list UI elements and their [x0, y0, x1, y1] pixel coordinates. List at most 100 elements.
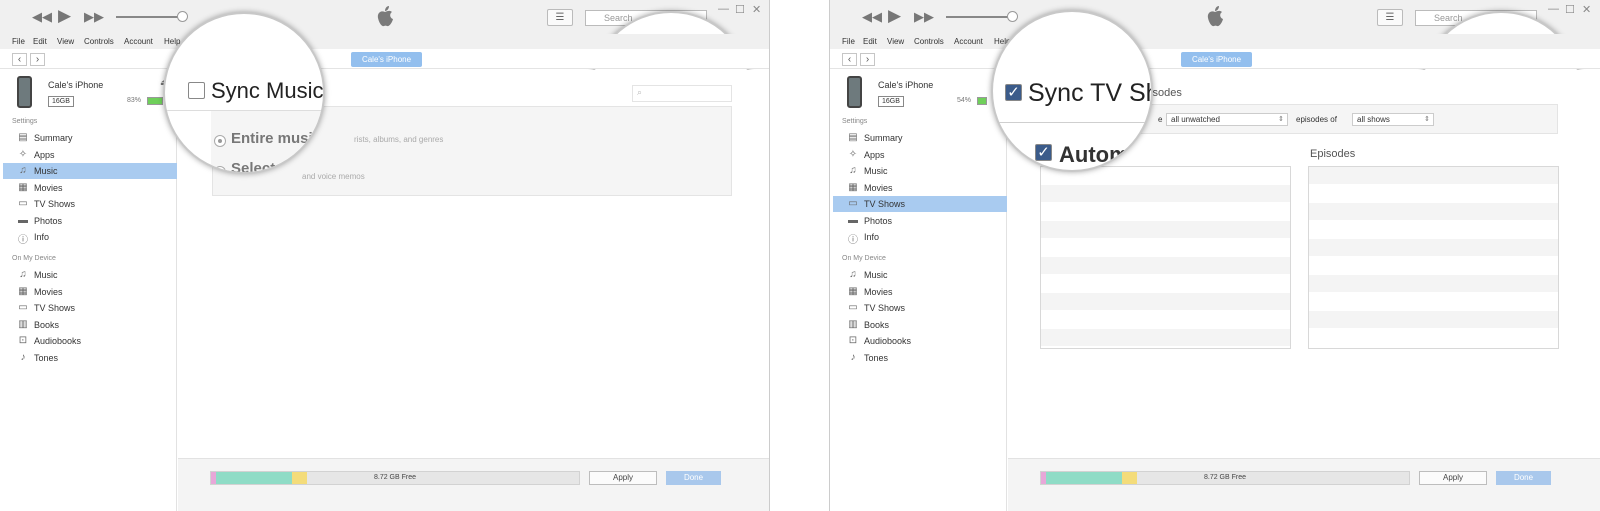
entire-library-radio[interactable] — [214, 135, 226, 147]
device-item-books[interactable]: ▥ Books — [833, 317, 1007, 333]
device-item-tv-shows[interactable]: ▭ TV Shows — [833, 300, 1007, 316]
sync-tv-shows-checkbox[interactable]: ✓ — [1005, 84, 1022, 101]
music-icon: ♫ — [849, 269, 857, 280]
storage-capacity-bar: 8.72 GB Free — [1040, 471, 1410, 485]
maximize-icon[interactable]: ☐ — [735, 3, 745, 16]
bottom-bar: 8.72 GB Free Apply Done — [1008, 458, 1600, 511]
title-bar: ◀◀ ▶ ▶▶ ☰ ⌕ Search — ☐ ✕ — [0, 0, 769, 173]
device-item-music[interactable]: ♫ Music — [833, 267, 1007, 283]
search-input[interactable]: ⌕ Search — [1415, 10, 1582, 173]
forward-button[interactable]: › — [30, 53, 45, 66]
list-item — [1041, 275, 1290, 293]
device-item-books[interactable]: ▥ Books — [3, 317, 177, 333]
back-button[interactable]: ‹ — [842, 53, 857, 66]
menu-controls[interactable]: Controls — [914, 37, 944, 46]
apply-button[interactable]: Apply — [589, 471, 657, 485]
minimize-icon[interactable]: — — [1548, 3, 1559, 15]
sidebar-item-info[interactable]: ⓘ Info — [3, 229, 177, 246]
device-item-audiobooks[interactable]: ⊡ Audiobooks — [3, 333, 177, 349]
done-button[interactable]: Done — [666, 471, 721, 485]
play-icon[interactable]: ▶ — [888, 6, 901, 26]
rewind-icon[interactable]: ◀◀ — [862, 9, 882, 25]
device-item-tv-shows[interactable]: ▭ TV Shows — [3, 300, 177, 316]
device-item-movies[interactable]: ▦ Movies — [833, 284, 1007, 300]
sidebar-item-apps[interactable]: ✧ Apps — [3, 147, 177, 163]
sidebar-item-photos[interactable]: ▬ Photos — [833, 213, 1007, 229]
volume-knob[interactable] — [1007, 11, 1018, 22]
include-label-fragment: e — [1158, 115, 1163, 124]
forward-button[interactable]: › — [860, 53, 875, 66]
tv-shows-icon: ▭ — [848, 198, 858, 209]
volume-knob[interactable] — [177, 11, 188, 22]
apply-button[interactable]: Apply — [1419, 471, 1487, 485]
storage-segment-other — [292, 472, 307, 484]
menu-edit[interactable]: Edit — [33, 37, 47, 46]
sidebar-item-photos[interactable]: ▬ Photos — [3, 213, 177, 229]
maximize-icon[interactable]: ☐ — [1565, 3, 1575, 16]
books-icon: ▥ — [848, 319, 858, 330]
device-item-tones[interactable]: ♪ Tones — [833, 350, 1007, 366]
search-input[interactable]: ⌕ Search — [585, 10, 752, 173]
menu-view[interactable]: View — [57, 37, 74, 46]
menu-file[interactable]: File — [842, 37, 855, 46]
capacity-badge: 16GB — [878, 96, 904, 107]
fast-forward-icon[interactable]: ▶▶ — [84, 9, 104, 25]
automatically-include-checkbox[interactable]: ✓ — [1035, 144, 1052, 161]
menu-file[interactable]: File — [12, 37, 25, 46]
apps-icon: ✧ — [848, 149, 858, 160]
list-item — [1041, 185, 1290, 203]
device-item-music[interactable]: ♫ Music — [3, 267, 177, 283]
include-dropdown[interactable]: all unwatched ⇕ — [1166, 113, 1288, 126]
settings-header: Settings — [842, 118, 868, 125]
sidebar-item-music[interactable]: ♫ Music — [3, 163, 177, 179]
sidebar-item-movies[interactable]: ▦ Movies — [3, 180, 177, 196]
title-bar: ◀◀ ▶ ▶▶ ☰ ⌕ Search — ☐ ✕ — [830, 0, 1600, 173]
menu-controls[interactable]: Controls — [84, 37, 114, 46]
close-icon[interactable]: ✕ — [1582, 3, 1591, 16]
books-icon: ▥ — [18, 319, 28, 330]
sync-music-checkbox[interactable] — [188, 82, 205, 99]
menu-account[interactable]: Account — [124, 37, 153, 46]
menu-view[interactable]: View — [887, 37, 904, 46]
battery-percent: 83% — [127, 97, 142, 104]
device-item-movies[interactable]: ▦ Movies — [3, 284, 177, 300]
back-button[interactable]: ‹ — [12, 53, 27, 66]
filter-input[interactable]: ⌕ — [632, 85, 732, 102]
volume-slider[interactable] — [116, 16, 182, 18]
tones-icon: ♪ — [20, 352, 26, 363]
summary-icon: ▤ — [18, 132, 28, 143]
play-icon[interactable]: ▶ — [58, 6, 71, 26]
capacity-badge: 16GB — [48, 96, 74, 107]
rewind-icon[interactable]: ◀◀ — [32, 9, 52, 25]
close-icon[interactable]: ✕ — [752, 3, 761, 16]
menu-account[interactable]: Account — [954, 37, 983, 46]
list-view-icon[interactable]: ☰ — [547, 9, 573, 26]
list-view-icon[interactable]: ☰ — [1377, 9, 1403, 26]
menu-edit[interactable]: Edit — [863, 37, 877, 46]
itunes-window-music: ◀◀ ▶ ▶▶ ☰ ⌕ Search — ☐ ✕ File Edit View … — [0, 0, 770, 511]
sidebar-item-music[interactable]: ♫ Music — [833, 163, 1007, 179]
sidebar-item-tv-shows[interactable]: ▭ TV Shows — [833, 196, 1007, 212]
device-pill[interactable]: Cale's iPhone — [1181, 52, 1252, 67]
nav-bar: ‹ › Cale's iPhone — [830, 49, 1600, 69]
sidebar-item-apps[interactable]: ✧ Apps — [833, 147, 1007, 163]
updown-arrow-icon: ⇕ — [1278, 116, 1284, 123]
device-pill[interactable]: Cale's iPhone — [351, 52, 422, 67]
fast-forward-icon[interactable]: ▶▶ — [914, 9, 934, 25]
device-item-audiobooks[interactable]: ⊡ Audiobooks — [833, 333, 1007, 349]
volume-slider[interactable] — [946, 16, 1012, 18]
sidebar-item-tv-shows[interactable]: ▭ TV Shows — [3, 196, 177, 212]
done-button[interactable]: Done — [1496, 471, 1551, 485]
sidebar-item-movies[interactable]: ▦ Movies — [833, 180, 1007, 196]
info-icon: ⓘ — [18, 235, 28, 246]
shows-list[interactable] — [1040, 166, 1291, 349]
episodes-list[interactable] — [1308, 166, 1559, 349]
shows-dropdown[interactable]: all shows ⇕ — [1352, 113, 1434, 126]
sidebar-item-info[interactable]: ⓘ Info — [833, 229, 1007, 246]
sidebar-item-summary[interactable]: ▤ Summary — [833, 130, 1007, 146]
minimize-icon[interactable]: — — [718, 3, 729, 15]
storage-capacity-bar: 8.72 GB Free — [210, 471, 580, 485]
sidebar-item-summary[interactable]: ▤ Summary — [3, 130, 177, 146]
device-item-tones[interactable]: ♪ Tones — [3, 350, 177, 366]
battery-icon — [977, 97, 987, 105]
